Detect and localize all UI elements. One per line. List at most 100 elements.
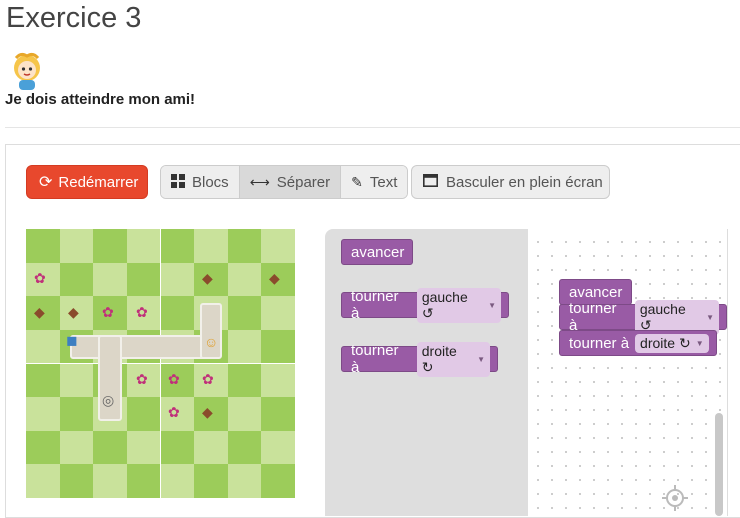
board-cell xyxy=(227,296,262,330)
dropdown-value: gauche ↺ xyxy=(639,300,686,333)
exercise-instruction: Je dois atteindre mon ami! xyxy=(5,91,196,108)
window-icon xyxy=(423,173,438,191)
toolbox-block-avancer[interactable]: avancer xyxy=(341,239,413,265)
board-cell xyxy=(160,464,195,498)
beetle-icon: ◆ xyxy=(269,270,280,286)
caret-down-icon: ▼ xyxy=(695,338,704,348)
board-cell xyxy=(126,397,161,431)
view-mode-blocks-label: Blocs xyxy=(192,173,229,191)
path-vertical-up xyxy=(200,303,222,359)
board-cell xyxy=(227,464,262,498)
toolbox-block-turn-left[interactable]: tourner à gauche ↺ ▼ xyxy=(341,287,509,323)
friend-icon: ☺ xyxy=(204,334,219,350)
board-cell xyxy=(227,430,262,465)
flower-icon: ✿ xyxy=(136,371,148,387)
direction-dropdown[interactable]: droite ↻ ▼ xyxy=(416,341,490,377)
board-cell xyxy=(126,262,161,297)
direction-dropdown[interactable]: droite ↻ ▼ xyxy=(635,333,709,353)
board-cell xyxy=(160,430,195,465)
program-block-turn-left[interactable]: tourner à gauche ↺ ▼ xyxy=(559,299,727,335)
board-cell xyxy=(93,262,127,297)
bucket-icon: ◼ xyxy=(66,332,78,348)
board-cell xyxy=(126,464,161,498)
board-cell xyxy=(59,397,94,431)
flower-icon: ✿ xyxy=(136,304,148,320)
caret-down-icon: ▼ xyxy=(488,300,496,310)
board-cell xyxy=(194,229,228,263)
board-cell xyxy=(93,464,127,498)
block-label: tourner à xyxy=(569,300,617,334)
board-cell xyxy=(26,397,60,431)
program-workspace[interactable] xyxy=(528,229,728,516)
view-mode-split-button[interactable]: ⟷ Séparer xyxy=(239,166,342,198)
board-cell xyxy=(227,397,262,431)
board-cell xyxy=(261,430,295,465)
view-mode-split-label: Séparer xyxy=(276,173,331,191)
flower-icon: ✿ xyxy=(202,371,214,387)
board-cell xyxy=(26,430,60,465)
divider xyxy=(5,127,740,128)
board-cell xyxy=(227,262,262,297)
pencil-icon: ✎ xyxy=(351,173,363,190)
board-cell xyxy=(160,229,195,263)
board-cell xyxy=(93,430,127,465)
board-cell xyxy=(126,430,161,465)
fullscreen-label: Basculer en plein écran xyxy=(446,173,603,191)
path-horizontal xyxy=(70,335,220,359)
view-mode-blocks-button[interactable]: Blocs xyxy=(161,166,240,198)
board-cell xyxy=(26,363,60,398)
caret-down-icon: ▼ xyxy=(706,312,714,322)
board-cell xyxy=(261,397,295,431)
beetle-icon: ◆ xyxy=(202,270,213,286)
restart-label: Redémarrer xyxy=(58,173,139,191)
board-cell xyxy=(26,229,60,263)
view-mode-switch: Blocs ⟷ Séparer ✎ Text xyxy=(160,165,409,199)
flower-icon: ✿ xyxy=(102,304,114,320)
view-mode-text-label: Text xyxy=(369,173,398,191)
board-cell xyxy=(261,363,295,398)
block-label: tourner à xyxy=(351,288,399,322)
block-label: tourner à xyxy=(351,342,399,376)
toolbox-block-turn-right[interactable]: tourner à droite ↻ ▼ xyxy=(341,341,498,377)
restart-button[interactable]: ⟳ Redémarrer xyxy=(26,165,148,199)
path-vertical-down xyxy=(98,335,122,421)
flower-icon: ✿ xyxy=(34,270,46,286)
game-board: ✿ ✿ ✿ ✿ ✿ ✿ ✿ ◆ ◆ ◆ ◆ ◆ ◼ ☺ ◎ xyxy=(26,229,295,498)
board-cell xyxy=(227,329,262,364)
board-cell xyxy=(59,363,94,398)
view-mode-text-button[interactable]: ✎ Text xyxy=(341,166,408,198)
board-cell xyxy=(261,329,295,364)
board-cell xyxy=(194,430,228,465)
board-cell xyxy=(126,229,161,263)
board-cell xyxy=(261,296,295,330)
dropdown-value: droite ↻ xyxy=(421,342,457,375)
block-label: tourner à xyxy=(569,334,630,352)
program-block-turn-right[interactable]: tourner à droite ↻ ▼ xyxy=(559,330,717,356)
board-cell xyxy=(59,430,94,465)
refresh-icon: ⟳ xyxy=(39,174,53,191)
caret-down-icon: ▼ xyxy=(477,354,485,364)
fullscreen-button[interactable]: Basculer en plein écran xyxy=(411,165,610,199)
board-cell xyxy=(93,229,127,263)
character-avatar xyxy=(14,52,40,90)
recenter-icon[interactable] xyxy=(662,485,688,511)
block-label: avancer xyxy=(351,243,405,261)
board-cell xyxy=(160,262,195,297)
direction-dropdown[interactable]: gauche ↺ ▼ xyxy=(416,287,501,323)
block-label: avancer xyxy=(569,283,623,301)
board-cell xyxy=(59,262,94,297)
board-cell xyxy=(59,229,94,263)
flower-icon: ✿ xyxy=(168,371,180,387)
board-cell xyxy=(194,464,228,498)
board-cell xyxy=(59,464,94,498)
grid-icon xyxy=(171,173,185,191)
beetle-icon: ◆ xyxy=(68,304,79,320)
split-arrows-icon: ⟷ xyxy=(249,173,270,190)
workspace-scrollbar[interactable] xyxy=(715,413,723,516)
beetle-icon: ◆ xyxy=(34,304,45,320)
board-cell xyxy=(261,464,295,498)
page-title: Exercice 3 xyxy=(6,2,142,34)
flower-icon: ✿ xyxy=(168,404,180,420)
board-cell xyxy=(26,329,60,364)
board-cell xyxy=(227,229,262,263)
